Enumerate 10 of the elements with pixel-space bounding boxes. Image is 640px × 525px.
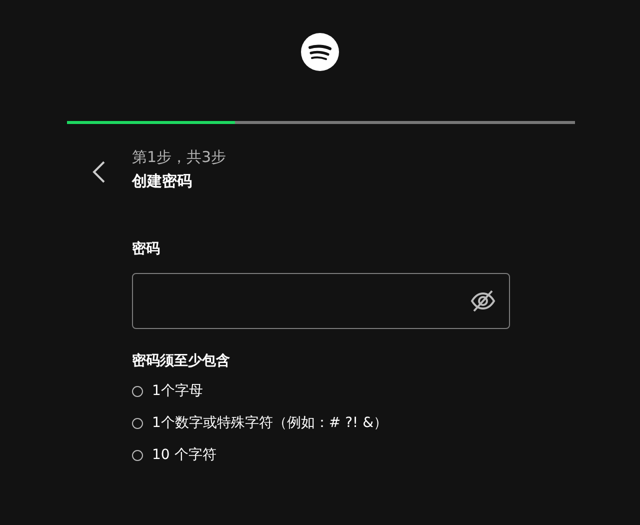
requirement-text: 1个字母 bbox=[152, 382, 203, 400]
step-indicator: 第1步，共3步 bbox=[132, 147, 226, 168]
logo-icon bbox=[301, 33, 339, 71]
field-label: 密码 bbox=[132, 240, 161, 259]
requirement-text: 1个数字或特殊字符（例如：# ?! &） bbox=[152, 414, 388, 432]
page-title: 创建密码 bbox=[132, 171, 193, 192]
password-field[interactable] bbox=[132, 273, 510, 329]
requirements-title: 密码须至少包含 bbox=[132, 352, 231, 371]
requirement-text: 10 个字符 bbox=[152, 446, 216, 464]
back-icon[interactable] bbox=[92, 160, 106, 184]
